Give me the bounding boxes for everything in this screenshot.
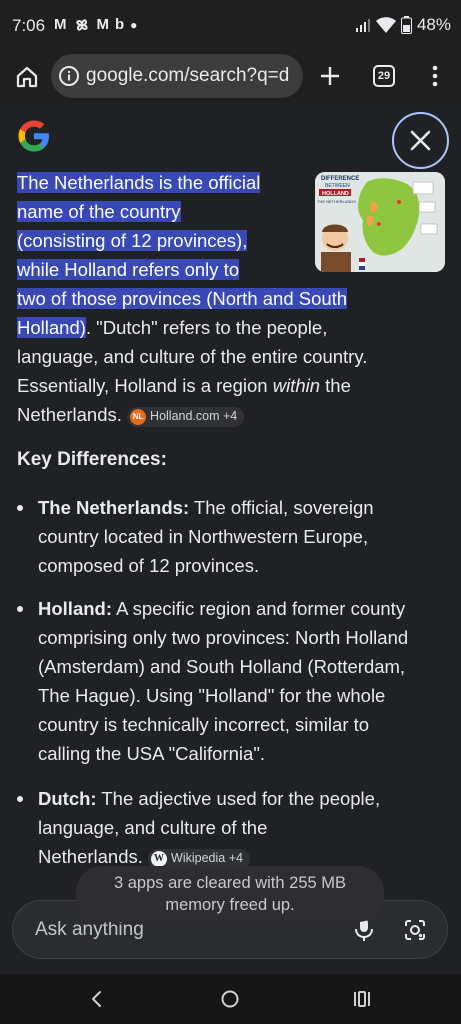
- section-title: Key Differences:: [17, 449, 167, 470]
- answer-highlight: while Holland refers only to: [17, 259, 240, 280]
- item-text: The Hague). Using "Holland" for the whol…: [38, 685, 386, 706]
- item-text: (Amsterdam) and South Holland (Rotterdam…: [38, 656, 406, 677]
- answer-line-3: (consisting of 12 provinces),: [17, 226, 248, 255]
- toast-line-2: memory freed up.: [165, 896, 295, 914]
- answer-line-2: name of the country: [17, 197, 181, 226]
- answer-text: Netherlands.: [17, 404, 122, 425]
- google-logo-icon: [18, 120, 49, 152]
- list-item: The Netherlands: The official, sovereign: [38, 493, 374, 522]
- pinwheel-icon: [75, 19, 88, 31]
- answer-text: . "Dutch" refers to the people,: [85, 317, 328, 338]
- url-text[interactable]: google.com/search?q=d: [86, 65, 289, 87]
- item-term: The Netherlands:: [38, 497, 190, 518]
- source-chip[interactable]: NL Holland.com +4: [127, 407, 245, 427]
- tab-switcher-button[interactable]: 29: [373, 65, 395, 87]
- item-text: composed of 12 provinces.: [38, 555, 260, 576]
- answer-line-1: The Netherlands is the official: [17, 168, 261, 197]
- battery-percent: 48%: [416, 15, 451, 34]
- answer-highlight: (consisting of 12 provinces),: [17, 230, 248, 251]
- answer-line-5: two of those provinces (North and South: [17, 284, 348, 313]
- item-text: language, and culture of the: [38, 817, 268, 838]
- info-icon[interactable]: [58, 65, 80, 87]
- answer-line-9: Netherlands. NL Holland.com +4: [17, 400, 245, 429]
- browser-toolbar: google.com/search?q=d 29: [0, 52, 461, 102]
- list-item: Dutch: The adjective used for the people…: [38, 784, 380, 813]
- dot-icon: ●: [130, 18, 138, 32]
- notification-icons: M M b ●: [54, 14, 137, 36]
- thumb-title-2: BETWEEN: [325, 183, 350, 189]
- status-bar: 7:06 M M b ● 48%: [0, 0, 461, 52]
- item-text: country is technically incorrect, simila…: [38, 714, 370, 735]
- memory-cleared-toast: 3 apps are cleared with 255 MB memory fr…: [76, 866, 384, 922]
- home-icon[interactable]: [14, 64, 40, 90]
- signal-icon: [355, 19, 370, 32]
- close-icon: [410, 130, 431, 151]
- ai-overview-panel: DIFFERENCE BETWEEN HOLLAND THE NETHERLAN…: [0, 104, 461, 974]
- toast-line-1: 3 apps are cleared with 255 MB: [113, 874, 347, 892]
- answer-line-7: language, and culture of the entire coun…: [17, 346, 368, 367]
- gmail-icon: M: [96, 16, 110, 33]
- home-circle-icon[interactable]: [219, 988, 241, 1010]
- list-item: Holland: A specific region and former co…: [38, 594, 405, 623]
- bullet-dot: [17, 796, 23, 802]
- bullet-dot: [17, 606, 23, 612]
- item-text: comprising only two provinces: North Hol…: [38, 627, 409, 648]
- holland-com-icon: NL: [130, 409, 147, 425]
- address-bar[interactable]: google.com/search?q=d: [51, 54, 303, 98]
- item-text: Netherlands.: [38, 846, 143, 867]
- recents-icon[interactable]: [351, 988, 373, 1010]
- item-term: Dutch:: [38, 788, 97, 809]
- item-text: The official, sovereign: [189, 497, 374, 518]
- item-text: country located in Northwestern Europe,: [38, 526, 369, 547]
- wifi-icon: [375, 17, 396, 33]
- bereal-icon: b: [115, 16, 125, 33]
- answer-emphasis: within: [272, 375, 321, 396]
- thumb-title-3: HOLLAND: [322, 191, 349, 197]
- answer-text: the: [320, 375, 351, 396]
- item-text: calling the USA "California".: [38, 743, 266, 764]
- ask-placeholder[interactable]: Ask anything: [35, 919, 144, 941]
- gmail-icon: M: [54, 16, 67, 33]
- answer-highlight: name of the country: [17, 201, 181, 222]
- item-text: The adjective used for the people,: [96, 788, 381, 809]
- answer-line-8: Essentially, Holland is a region within …: [17, 371, 351, 400]
- answer-line-6: Holland). "Dutch" refers to the people,: [17, 313, 327, 342]
- status-time: 7:06: [12, 16, 46, 35]
- source-thumbnail[interactable]: DIFFERENCE BETWEEN HOLLAND THE NETHERLAN…: [315, 172, 445, 272]
- status-indicators: 48%: [355, 14, 451, 36]
- answer-highlight: Holland): [17, 317, 86, 338]
- thumb-title-1: DIFFERENCE: [321, 176, 359, 182]
- answer-highlight: two of those provinces (North and South: [17, 288, 348, 309]
- source-chip-label: Holland.com +4: [150, 409, 238, 424]
- bullet-dot: [17, 505, 23, 511]
- answer-highlight: The Netherlands is the official: [17, 172, 261, 193]
- thumb-title-4: THE NETHERLANDS: [317, 199, 356, 204]
- battery-icon: [400, 16, 412, 34]
- new-tab-icon[interactable]: [318, 64, 342, 88]
- answer-line-4: while Holland refers only to: [17, 255, 240, 284]
- google-lens-icon[interactable]: [403, 918, 427, 942]
- item-term: Holland:: [38, 598, 112, 619]
- back-icon[interactable]: [86, 988, 108, 1010]
- close-button[interactable]: [392, 112, 449, 169]
- answer-text: Essentially, Holland is a region: [17, 375, 273, 396]
- wikipedia-icon: W: [151, 851, 168, 867]
- item-text: A specific region and former county: [112, 598, 406, 619]
- holland-map-illustration: DIFFERENCE BETWEEN HOLLAND THE NETHERLAN…: [315, 172, 445, 272]
- more-menu-icon[interactable]: [424, 64, 446, 88]
- system-nav-bar: [0, 974, 461, 1024]
